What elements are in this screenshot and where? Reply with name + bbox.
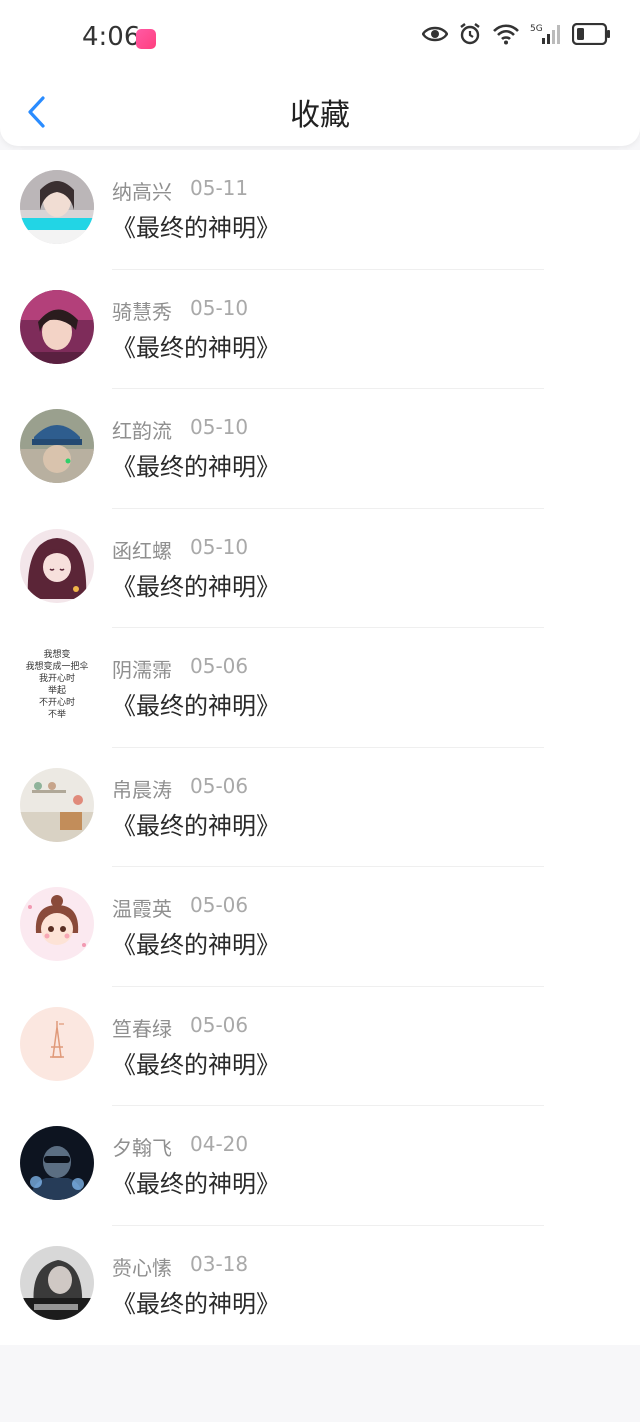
list-item[interactable]: 笪春绿 05-06 《最终的神明》 [0,987,640,1106]
list-item[interactable]: 夕翰飞 04-20 《最终的神明》 [0,1106,640,1226]
list-item[interactable]: 骑慧秀 05-10 《最终的神明》 [0,270,640,389]
svg-text:5G: 5G [530,24,543,34]
item-date: 05-10 [190,415,249,439]
item-meta: 笪春绿 05-06 [112,1013,248,1042]
item-meta: 帛晨涛 05-06 [112,774,248,803]
list-item[interactable]: 红韵流 05-10 《最终的神明》 [0,389,640,509]
user-name: 纳高兴 [112,180,172,204]
item-date: 05-06 [190,773,249,798]
avatar [20,409,94,483]
book-title[interactable]: 《最终的神明》 [112,208,280,243]
avatar [20,1006,94,1081]
user-name: 温霞英 [112,897,172,921]
list-item[interactable]: 帛晨涛 05-06 《最终的神明》 [0,748,640,867]
item-date: 03-18 [190,1251,249,1276]
book-title[interactable]: 《最终的神明》 [112,1045,280,1080]
user-name: 笪春绿 [112,1016,172,1041]
item-meta: 纳高兴 05-11 [112,176,248,205]
item-date: 05-10 [190,534,249,559]
top-bar: 4:06 5G 收藏 [0,0,640,146]
book-title[interactable]: 《最终的神明》 [112,447,280,482]
item-date: 04-20 [190,1132,249,1156]
status-icons: 5G [422,22,612,46]
eye-icon [422,26,448,42]
item-meta: 红韵流 05-10 [112,415,248,444]
avatar [20,528,94,603]
user-name: 红韵流 [112,419,172,443]
item-date: 05-06 [190,1012,249,1037]
list-item[interactable]: 温霞英 05-06 《最终的神明》 [0,867,640,987]
wifi-icon [493,24,519,45]
alarm-icon [460,23,480,45]
status-time: 4:06 [82,22,141,52]
item-meta: 阴濡霈 05-06 [112,654,248,683]
user-name: 夕翰飞 [112,1136,172,1160]
book-title[interactable]: 《最终的神明》 [112,686,280,721]
list-item[interactable]: 赍心愫 03-18 《最终的神明》 [0,1226,640,1346]
user-name: 阴濡霈 [112,658,172,682]
item-meta: 函红螺 05-10 [112,535,248,564]
item-date: 05-06 [190,893,249,917]
avatar [20,767,94,842]
item-meta: 温霞英 05-06 [112,893,248,922]
app-badge-icon [136,29,156,49]
book-title[interactable]: 《最终的神明》 [112,806,280,841]
item-meta: 夕翰飞 04-20 [112,1132,248,1161]
page-title: 收藏 [290,98,350,133]
avatar [20,289,94,364]
list-item[interactable]: 函红螺 05-10 《最终的神明》 [0,509,640,628]
avatar [20,1245,94,1320]
avatar [20,1126,94,1200]
item-date: 05-06 [190,654,249,678]
book-title[interactable]: 《最终的神明》 [112,1164,280,1199]
avatar [20,887,94,961]
user-name: 赍心愫 [112,1255,172,1280]
book-title[interactable]: 《最终的神明》 [112,567,280,602]
list-item[interactable]: 纳高兴 05-11 《最终的神明》 [0,150,640,270]
item-date: 05-10 [190,295,249,320]
5g-signal-icon: 5G [530,24,560,44]
item-meta: 骑慧秀 05-10 [112,296,248,325]
avatar: 我想变 我想变成一把伞 我开心时 举起 不开心时 不举 [20,648,94,722]
avatar [20,170,94,244]
user-name: 函红螺 [112,538,172,563]
list-item[interactable]: 我想变 我想变成一把伞 我开心时 举起 不开心时 不举 阴濡霈 05-06 《最… [0,628,640,748]
favorites-list: 纳高兴 05-11 《最终的神明》 骑慧秀 05-10 《最终的神明》 红韵流 … [0,150,640,1345]
user-name: 帛晨涛 [112,777,172,802]
text-avatar: 我想变 我想变成一把伞 我开心时 举起 不开心时 不举 [20,648,94,722]
battery-icon [572,23,610,45]
book-title[interactable]: 《最终的神明》 [112,1284,280,1319]
item-meta: 赍心愫 03-18 [112,1252,248,1281]
user-name: 骑慧秀 [112,299,172,324]
book-title[interactable]: 《最终的神明》 [112,925,280,960]
book-title[interactable]: 《最终的神明》 [112,328,280,363]
item-date: 05-11 [190,176,249,200]
